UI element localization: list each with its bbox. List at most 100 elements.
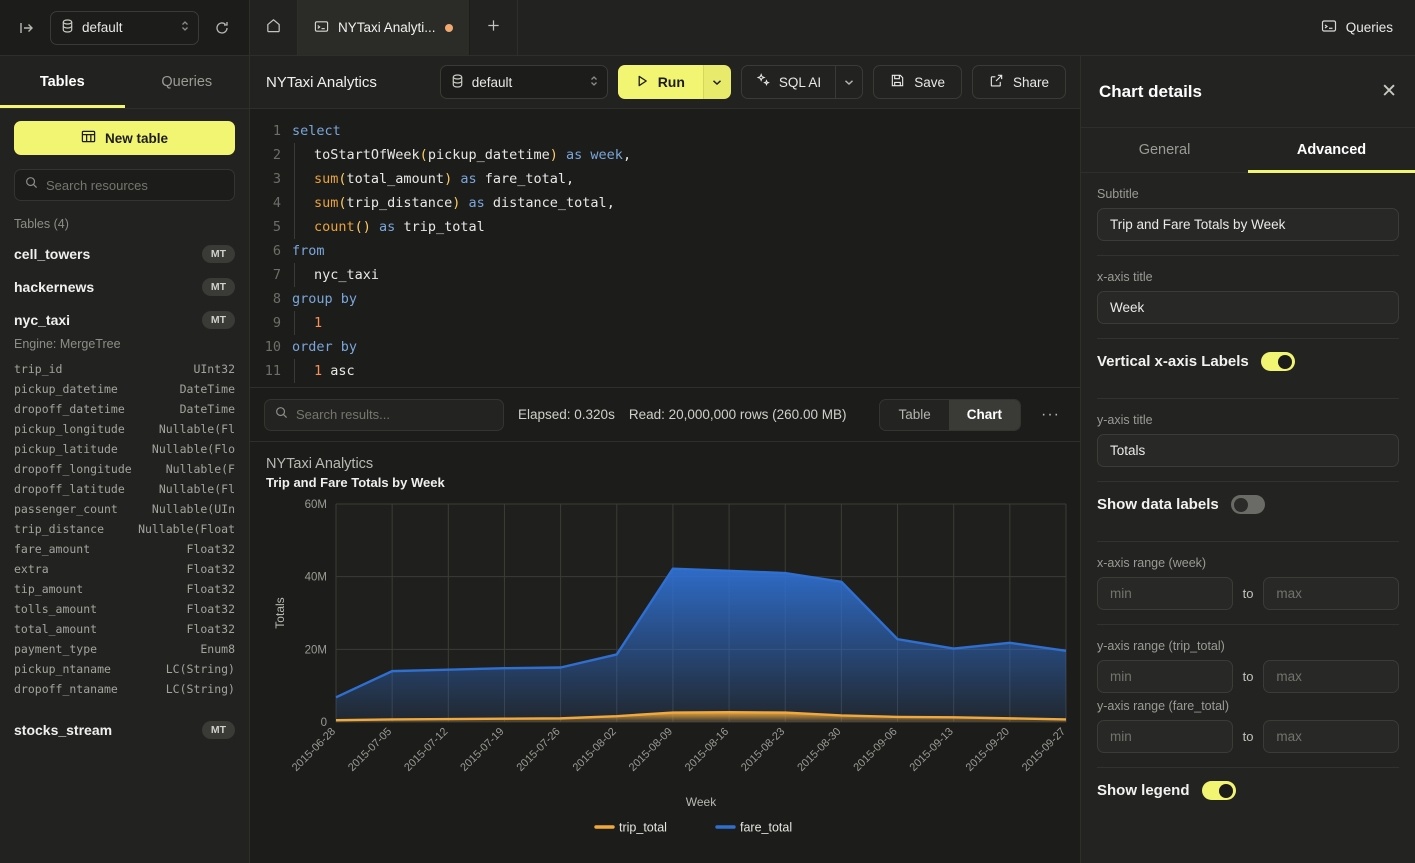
tab-general[interactable]: General: [1081, 128, 1248, 172]
sql-ai-options-caret[interactable]: [835, 66, 862, 98]
more-options-icon[interactable]: ···: [1035, 406, 1066, 424]
editor-line: 6from: [250, 239, 1080, 263]
table-name: cell_towers: [14, 246, 90, 262]
save-button[interactable]: Save: [873, 65, 962, 99]
column-row[interactable]: fare_amountFloat32: [14, 539, 235, 559]
editor-line: 4sum(trip_distance) as distance_total,: [250, 191, 1080, 215]
column-row[interactable]: dropoff_latitudeNullable(Fl: [14, 479, 235, 499]
query-database-selector[interactable]: default: [440, 65, 608, 99]
run-button[interactable]: Run: [618, 65, 703, 99]
home-tab[interactable]: [250, 0, 298, 55]
database-selector[interactable]: default: [50, 11, 199, 45]
y-axis-range-fare-max-input[interactable]: [1263, 720, 1399, 753]
share-button[interactable]: Share: [972, 65, 1066, 99]
y-axis-range-fare-total-field: y-axis range (fare_total) to: [1097, 693, 1399, 753]
column-row[interactable]: tolls_amountFloat32: [14, 599, 235, 619]
tables-section-header: Tables (4): [14, 217, 235, 231]
show-data-labels-row: Show data labels: [1097, 482, 1399, 527]
sql-ai-button[interactable]: SQL AI: [742, 66, 835, 98]
tab-advanced[interactable]: Advanced: [1248, 128, 1415, 172]
code-text: toStartOfWeek(pickup_datetime) as week,: [314, 143, 631, 167]
y-axis-title-input[interactable]: [1097, 434, 1399, 467]
column-row[interactable]: trip_distanceNullable(Float: [14, 519, 235, 539]
sparkles-icon: [756, 73, 771, 91]
indent-guide: [294, 143, 295, 167]
unsaved-changes-dot-icon: [445, 24, 453, 32]
column-row[interactable]: trip_idUInt32: [14, 359, 235, 379]
line-number: 9: [250, 311, 292, 335]
subtitle-input[interactable]: [1097, 208, 1399, 241]
show-data-labels-toggle[interactable]: [1231, 495, 1265, 514]
table-item-stocks-stream[interactable]: stocks_stream MT: [14, 713, 235, 746]
view-toggle-table[interactable]: Table: [880, 400, 948, 430]
engine-badge: MT: [202, 311, 235, 329]
vertical-x-axis-labels-toggle[interactable]: [1261, 352, 1295, 371]
show-legend-toggle[interactable]: [1202, 781, 1236, 800]
column-type: DateTime: [180, 379, 235, 399]
line-number: 11: [250, 359, 292, 383]
run-button-label: Run: [658, 74, 685, 90]
x-axis-tick-label: 2015-07-26: [514, 726, 562, 774]
chart-svg[interactable]: 020M40M60MTotals2015-06-282015-07-052015…: [266, 494, 1080, 834]
queries-button[interactable]: Queries: [1307, 0, 1415, 55]
refresh-icon[interactable]: [209, 15, 235, 41]
x-axis-title-input[interactable]: [1097, 291, 1399, 324]
column-row[interactable]: tip_amountFloat32: [14, 579, 235, 599]
x-axis-range-max-input[interactable]: [1263, 577, 1399, 610]
search-results-input[interactable]: [296, 407, 493, 422]
sidebar-tab-queries[interactable]: Queries: [125, 56, 250, 108]
y-axis-range-trip-max-input[interactable]: [1263, 660, 1399, 693]
column-row[interactable]: dropoff_datetimeDateTime: [14, 399, 235, 419]
tables-tree: cell_towers MT hackernews MT nyc_taxi MT…: [14, 237, 235, 863]
y-axis-range-fare-total-label: y-axis range (fare_total): [1097, 699, 1399, 713]
collapse-sidebar-icon[interactable]: [14, 15, 40, 41]
search-resources-box[interactable]: [14, 169, 235, 201]
column-row[interactable]: extraFloat32: [14, 559, 235, 579]
column-row[interactable]: pickup_datetime DateTime: [14, 379, 235, 399]
column-name: dropoff_datetime: [14, 399, 125, 419]
code-text: order by: [292, 335, 357, 359]
column-row[interactable]: total_amountFloat32: [14, 619, 235, 639]
close-icon[interactable]: ✕: [1381, 82, 1397, 101]
table-item-cell-towers[interactable]: cell_towers MT: [14, 237, 235, 270]
column-row[interactable]: payment_typeEnum8: [14, 639, 235, 659]
y-axis-tick-label: 60M: [305, 499, 327, 511]
column-type: Enum8: [200, 639, 235, 659]
y-axis-range-fare-min-input[interactable]: [1097, 720, 1233, 753]
column-name: pickup_datetime: [14, 379, 118, 399]
column-row[interactable]: dropoff_longitudeNullable(F: [14, 459, 235, 479]
run-options-caret[interactable]: [703, 65, 731, 99]
y-axis-range-trip-min-input[interactable]: [1097, 660, 1233, 693]
sidebar-tab-tables[interactable]: Tables: [0, 56, 125, 108]
column-row[interactable]: dropoff_ntanameLC(String): [14, 679, 235, 699]
column-row[interactable]: pickup_longitudeNullable(Fl: [14, 419, 235, 439]
range-to-label: to: [1243, 729, 1254, 744]
queries-button-label: Queries: [1346, 20, 1393, 35]
share-external-icon: [989, 73, 1004, 91]
tab-general-label: General: [1139, 142, 1191, 158]
new-tab-button[interactable]: [470, 0, 518, 55]
search-results-box[interactable]: [264, 399, 504, 431]
column-row[interactable]: pickup_ntanameLC(String): [14, 659, 235, 679]
column-row[interactable]: pickup_latitudeNullable(Flo: [14, 439, 235, 459]
line-number: 4: [250, 191, 292, 215]
tree-spacer: [14, 699, 235, 713]
table-item-hackernews[interactable]: hackernews MT: [14, 270, 235, 303]
new-table-button[interactable]: New table: [14, 121, 235, 155]
sidebar-tab-tables-label: Tables: [40, 74, 85, 90]
column-name: pickup_longitude: [14, 419, 125, 439]
top-bar-left: default: [0, 0, 250, 55]
y-axis-range-trip-total-field: y-axis range (trip_total) to: [1097, 625, 1399, 693]
show-legend-label: Show legend: [1097, 782, 1190, 799]
query-tab-nytaxi-analytics[interactable]: NYTaxi Analyti...: [298, 0, 470, 55]
y-axis-range-trip-total-label: y-axis range (trip_total): [1097, 639, 1399, 653]
search-resources-input[interactable]: [46, 178, 224, 193]
x-axis-range-min-input[interactable]: [1097, 577, 1233, 610]
x-axis-title-label: x-axis title: [1097, 270, 1399, 284]
indent-guide: [294, 263, 295, 287]
view-toggle-chart[interactable]: Chart: [949, 400, 1020, 430]
column-row[interactable]: passenger_countNullable(UIn: [14, 499, 235, 519]
table-item-nyc-taxi[interactable]: nyc_taxi MT: [14, 303, 235, 336]
sql-editor[interactable]: 1select 2toStartOfWeek(pickup_datetime) …: [250, 109, 1080, 387]
column-name: dropoff_latitude: [14, 479, 125, 499]
